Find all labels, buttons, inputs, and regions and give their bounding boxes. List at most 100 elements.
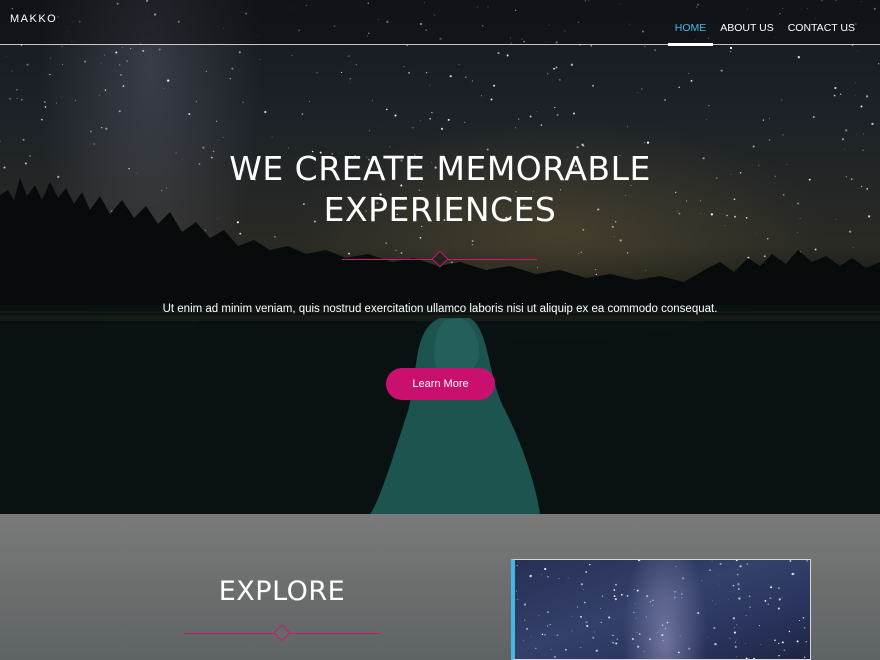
star — [523, 603, 527, 606]
star — [613, 595, 616, 597]
star — [666, 621, 669, 624]
star — [733, 631, 736, 634]
star — [714, 642, 717, 646]
star — [778, 642, 780, 644]
star — [734, 627, 735, 629]
nav-item-about-us[interactable]: ABOUT US — [713, 0, 780, 45]
star — [711, 560, 713, 562]
star — [645, 594, 649, 598]
star — [643, 650, 645, 653]
nav-item-home[interactable]: HOME — [667, 0, 714, 46]
star — [592, 636, 595, 639]
hero-title: WE CREATE MEMORABLE EXPERIENCES — [140, 148, 740, 230]
star — [739, 565, 742, 568]
diamond-icon — [273, 624, 291, 642]
star — [649, 601, 652, 603]
star — [778, 587, 780, 589]
star — [781, 641, 784, 644]
star — [734, 645, 737, 648]
star — [547, 611, 550, 614]
star — [601, 595, 604, 597]
star — [580, 583, 584, 586]
star — [553, 655, 556, 658]
star — [565, 648, 567, 651]
star — [729, 637, 731, 639]
star — [636, 632, 638, 633]
star — [586, 624, 589, 628]
star — [701, 580, 703, 582]
star — [615, 583, 617, 586]
star — [600, 608, 601, 609]
star — [718, 584, 720, 586]
hero-section: MAKKO HOME ABOUT US CONTACT US WE CREATE… — [0, 0, 880, 514]
star — [541, 574, 542, 576]
star — [638, 633, 641, 635]
star — [758, 625, 760, 627]
star — [769, 597, 772, 600]
star — [577, 606, 579, 608]
star — [674, 591, 676, 593]
star — [706, 636, 708, 638]
star — [567, 577, 569, 579]
star — [677, 651, 680, 654]
star — [526, 627, 528, 630]
star — [516, 599, 518, 600]
nav-item-contact-us[interactable]: CONTACT US — [781, 0, 862, 45]
explore-section: EXPLORE — [0, 514, 880, 660]
star — [631, 637, 635, 641]
star — [544, 567, 547, 571]
star — [530, 574, 532, 576]
star — [649, 638, 651, 641]
star — [538, 615, 540, 617]
star — [541, 633, 544, 636]
star — [615, 642, 618, 645]
star — [745, 614, 747, 616]
star — [799, 619, 801, 622]
star — [732, 617, 735, 620]
star — [681, 577, 685, 580]
star — [662, 639, 664, 641]
star — [736, 656, 737, 657]
star — [802, 616, 805, 619]
star — [719, 562, 722, 565]
star — [556, 634, 559, 636]
star — [803, 656, 806, 659]
star — [544, 633, 547, 636]
star — [614, 597, 617, 601]
star — [516, 564, 518, 566]
explore-divider — [184, 624, 380, 642]
star — [571, 615, 573, 617]
star — [645, 616, 647, 618]
brand-logo[interactable]: MAKKO — [10, 13, 57, 25]
star — [673, 596, 676, 599]
star — [681, 597, 683, 598]
star — [803, 626, 806, 629]
star — [661, 634, 664, 637]
star — [633, 588, 635, 590]
star — [748, 595, 751, 598]
star — [620, 593, 623, 596]
star — [637, 560, 641, 562]
star — [735, 641, 736, 643]
star — [709, 569, 711, 571]
learn-more-button[interactable]: Learn More — [386, 368, 495, 400]
star — [744, 643, 746, 645]
star — [594, 631, 596, 633]
star — [681, 592, 683, 594]
star — [789, 560, 792, 562]
star — [774, 639, 776, 642]
hero-title-line-2: EXPERIENCES — [323, 190, 557, 229]
star — [788, 630, 791, 633]
star — [530, 636, 532, 638]
star — [595, 649, 598, 652]
star — [748, 658, 750, 659]
star — [727, 599, 729, 600]
milky-way-image — [511, 559, 811, 660]
star — [636, 589, 639, 592]
star — [777, 607, 780, 610]
star — [612, 634, 614, 636]
star — [718, 574, 720, 576]
star — [600, 621, 602, 623]
star — [675, 566, 677, 568]
main-nav: HOME ABOUT US CONTACT US — [667, 0, 862, 46]
